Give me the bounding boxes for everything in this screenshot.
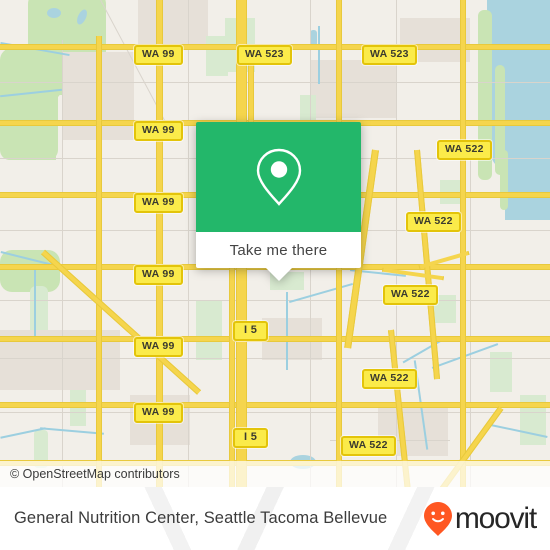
route-shield[interactable]: WA 522	[341, 436, 396, 456]
attribution-text: © OpenStreetMap contributors	[10, 467, 180, 481]
moovit-pin-smiley-icon	[423, 501, 452, 536]
route-shield[interactable]: WA 523	[362, 45, 417, 65]
footer-bar: General Nutrition Center, Seattle Tacoma…	[0, 487, 550, 550]
route-shield[interactable]: WA 99	[134, 45, 183, 65]
map-canvas[interactable]: WA 99 WA 523 WA 523 WA 99 WA 522 WA 99 W…	[0, 0, 550, 487]
route-shield[interactable]: WA 522	[383, 285, 438, 305]
route-shield[interactable]: I 5	[233, 428, 269, 448]
route-shield[interactable]: WA 99	[134, 403, 183, 423]
route-shield[interactable]: WA 523	[237, 45, 292, 65]
moovit-brand[interactable]: moovit	[423, 501, 537, 537]
take-me-there-label: Take me there	[229, 241, 328, 259]
callout-tail-pointer	[265, 268, 292, 281]
route-shield[interactable]: WA 99	[134, 337, 183, 357]
route-shield[interactable]: WA 522	[406, 212, 461, 232]
map-attribution: © OpenStreetMap contributors	[0, 461, 550, 487]
moovit-wordmark: moovit	[454, 501, 537, 535]
callout-icon-panel	[196, 122, 361, 232]
route-shield[interactable]: WA 99	[134, 193, 183, 213]
moovit-place-card: WA 99 WA 523 WA 523 WA 99 WA 522 WA 99 W…	[0, 0, 550, 550]
route-shield[interactable]: WA 522	[437, 140, 492, 160]
take-me-there-button[interactable]: Take me there	[196, 232, 361, 268]
route-shield[interactable]: WA 99	[134, 121, 183, 141]
route-shield[interactable]: I 5	[233, 321, 269, 341]
place-title: General Nutrition Center, Seattle Tacoma…	[14, 509, 388, 527]
route-shield[interactable]: WA 522	[362, 369, 417, 389]
place-callout-card[interactable]: Take me there	[196, 122, 361, 281]
map-pin-icon	[256, 148, 301, 206]
route-shield[interactable]: WA 99	[134, 265, 183, 285]
